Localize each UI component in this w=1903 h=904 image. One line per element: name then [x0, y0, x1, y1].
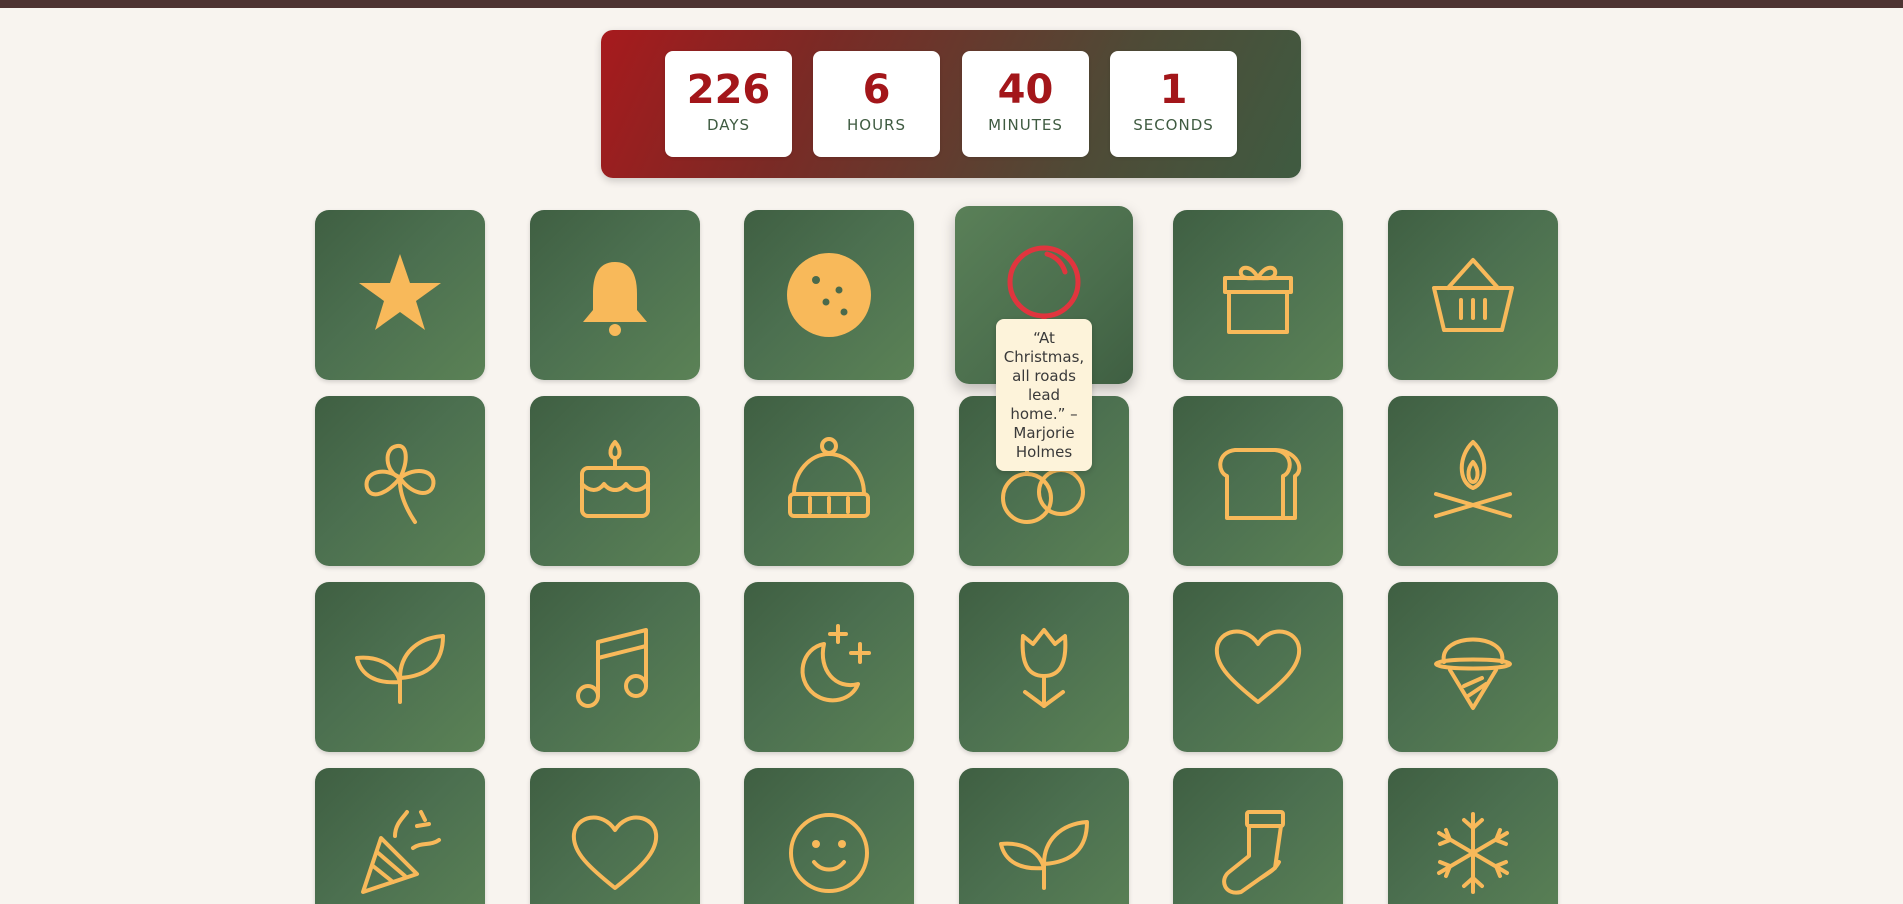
advent-tile-13[interactable] [315, 582, 485, 752]
sock-icon [1222, 810, 1285, 895]
countdown-days: 226 DAYS [665, 51, 792, 157]
advent-tile-3[interactable] [744, 210, 914, 380]
advent-tile-6[interactable] [1388, 210, 1558, 380]
star-icon [359, 254, 441, 330]
cookie-icon [787, 253, 871, 337]
days-value: 226 [686, 67, 771, 113]
advent-tile-24[interactable] [1388, 768, 1558, 904]
moon-stars-icon [800, 624, 871, 703]
tulip-icon [1020, 628, 1068, 708]
leaves-icon [999, 820, 1089, 890]
advent-tile-22[interactable] [959, 768, 1129, 904]
advent-tile-12[interactable] [1388, 396, 1558, 566]
advent-tile-7[interactable] [315, 396, 485, 566]
advent-tile-1[interactable] [315, 210, 485, 380]
advent-tile-8[interactable] [530, 396, 700, 566]
advent-tile-19[interactable] [315, 768, 485, 904]
advent-tile-9[interactable] [744, 396, 914, 566]
days-label: DAYS [706, 116, 751, 134]
advent-tile-15[interactable] [744, 582, 914, 752]
snowflake-icon [1437, 812, 1509, 894]
clover-icon [364, 443, 436, 524]
top-bar [0, 0, 1903, 8]
beanie-hat-icon [788, 437, 870, 518]
gift-icon [1223, 265, 1293, 334]
advent-tile-5[interactable] [1173, 210, 1343, 380]
advent-tile-20[interactable] [530, 768, 700, 904]
advent-tile-2[interactable] [530, 210, 700, 380]
basket-icon [1432, 258, 1514, 332]
hours-label: HOURS [846, 116, 906, 134]
advent-tile-18[interactable] [1388, 582, 1558, 752]
countdown-hours: 6 HOURS [813, 51, 940, 157]
music-note-icon [576, 628, 648, 708]
minutes-value: 40 [997, 67, 1054, 113]
minutes-label: MINUTES [988, 116, 1063, 134]
heart-icon [1214, 629, 1302, 704]
advent-tile-17[interactable] [1173, 582, 1343, 752]
countdown-seconds: 1 SECONDS [1110, 51, 1237, 157]
bread-icon [1218, 448, 1302, 520]
advent-tile-21[interactable] [744, 768, 914, 904]
seconds-label: SECONDS [1133, 116, 1214, 134]
quote-tooltip: “At Christmas, all roads lead home.” – M… [996, 319, 1092, 471]
countdown-panel: 226 DAYS 6 HOURS 40 MINUTES 1 SECONDS [601, 30, 1301, 178]
bell-icon [583, 262, 647, 336]
countdown-minutes: 40 MINUTES [962, 51, 1089, 157]
heart-icon [571, 815, 659, 890]
cake-icon [580, 440, 650, 518]
party-popper-icon [361, 810, 441, 894]
campfire-icon [1434, 440, 1512, 518]
seconds-value: 1 [1159, 67, 1188, 113]
advent-tile-11[interactable] [1173, 396, 1343, 566]
ice-cream-icon [1434, 637, 1512, 710]
advent-tile-16[interactable] [959, 582, 1129, 752]
advent-tile-14[interactable] [530, 582, 700, 752]
hours-value: 6 [862, 67, 891, 113]
advent-tile-23[interactable] [1173, 768, 1343, 904]
smiley-icon [789, 813, 869, 893]
leaves-icon [355, 634, 445, 704]
